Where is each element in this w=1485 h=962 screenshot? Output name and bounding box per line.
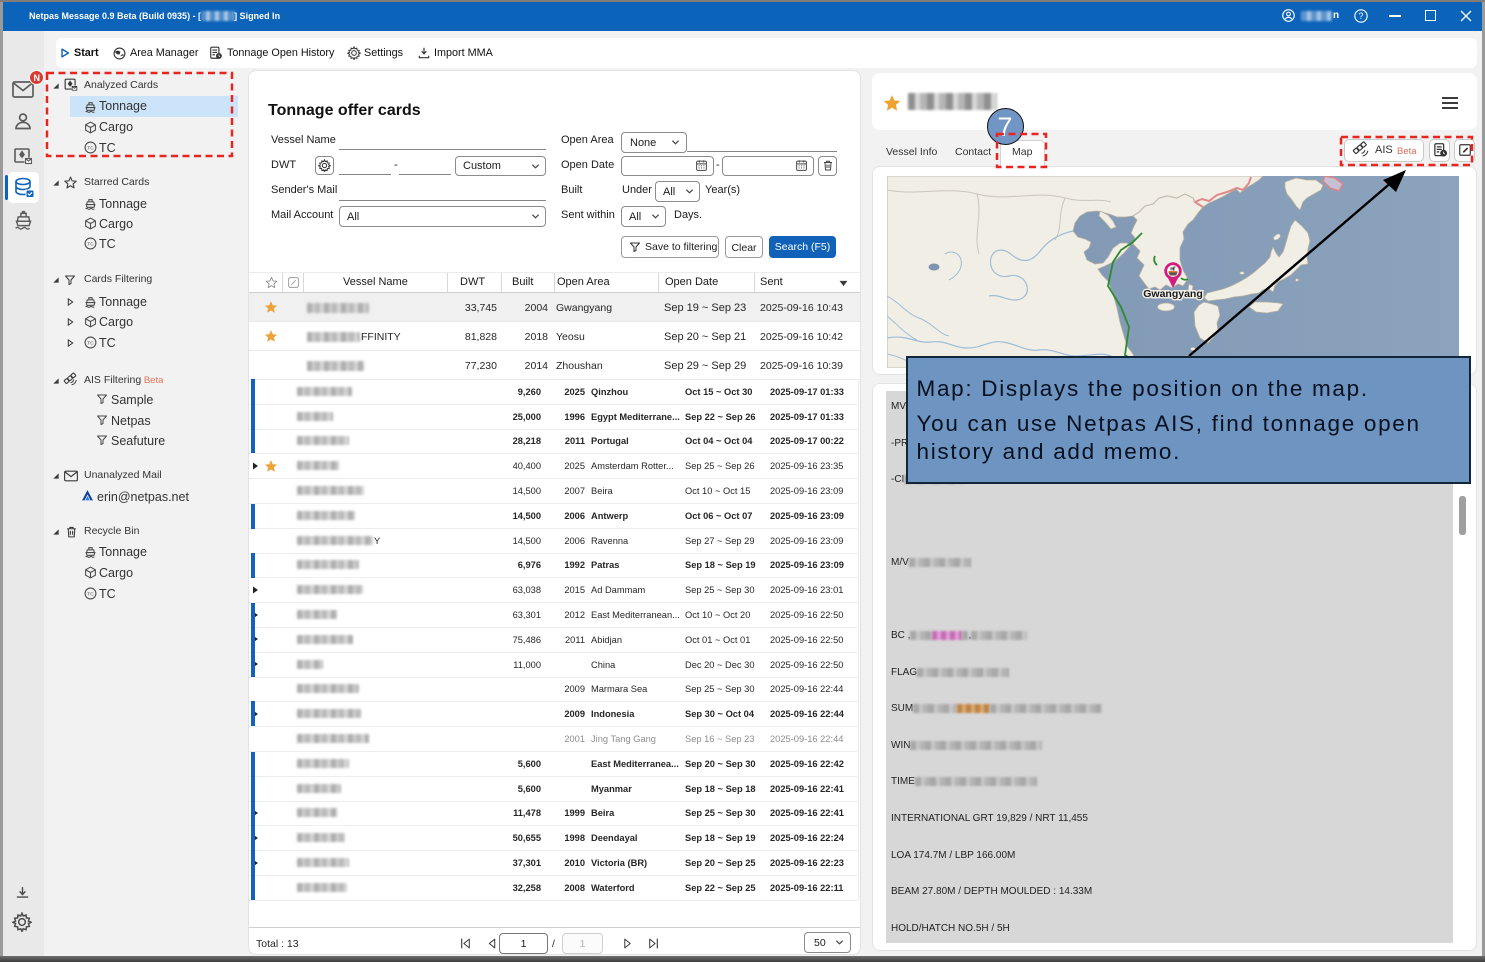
svg-text:TC: TC: [87, 591, 94, 597]
svg-text:TC: TC: [87, 340, 94, 346]
svg-text:TC: TC: [87, 241, 94, 247]
svg-text:?: ?: [1359, 11, 1364, 21]
